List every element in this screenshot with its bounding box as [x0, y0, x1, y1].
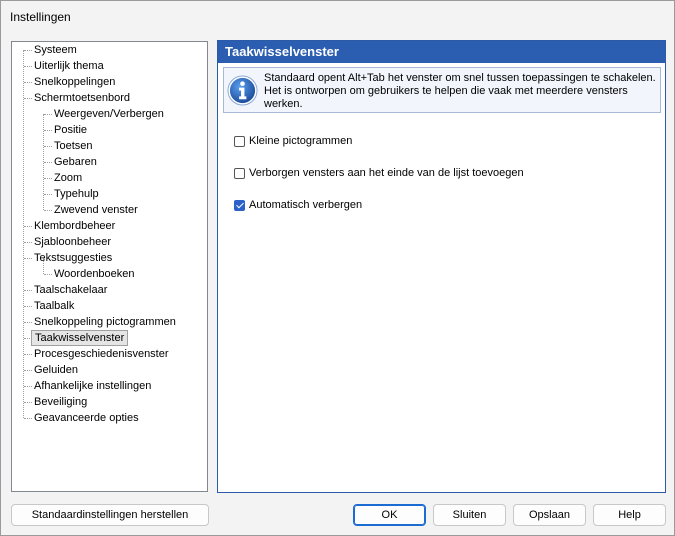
tree-item-sjabloonbeheer[interactable]: Sjabloonbeheer [31, 234, 114, 250]
tree-item-schermtoetsenbord[interactable]: Schermtoetsenbord [31, 90, 133, 106]
save-button[interactable]: Opslaan [513, 504, 586, 526]
checkbox-verborgen-vensters[interactable] [234, 167, 245, 179]
option-verborgen-vensters[interactable]: Verborgen vensters aan het einde van de … [234, 165, 524, 181]
tree-item-snelkoppelingen[interactable]: Snelkoppelingen [31, 74, 118, 90]
checkbox-automatisch-verbergen[interactable] [234, 199, 245, 211]
option-label: Verborgen vensters aan het einde van de … [249, 167, 524, 179]
tree-item-geluiden[interactable]: Geluiden [31, 362, 81, 378]
tree-item-snelkoppeling-pictogrammen[interactable]: Snelkoppeling pictogrammen [31, 314, 179, 330]
tree-item-beveiliging[interactable]: Beveiliging [31, 394, 90, 410]
tree-item-taalschakelaar[interactable]: Taalschakelaar [31, 282, 110, 298]
info-text: Standaard opent Alt+Tab het venster om s… [264, 72, 656, 110]
option-kleine-pictogrammen[interactable]: Kleine pictogrammen [234, 133, 352, 149]
tree-item-tekstsuggesties[interactable]: Tekstsuggesties [31, 250, 115, 266]
restore-defaults-button[interactable]: Standaardinstellingen herstellen [11, 504, 209, 526]
tree-item-zoom[interactable]: Zoom [51, 170, 85, 186]
checkbox-kleine-pictogrammen[interactable] [234, 135, 245, 147]
info-box: Standaard opent Alt+Tab het venster om s… [223, 67, 661, 113]
option-label: Kleine pictogrammen [249, 135, 353, 147]
tree-line [23, 50, 24, 418]
tree-item-weergeven-verbergen[interactable]: Weergeven/Verbergen [51, 106, 167, 122]
tree-item-geavanceerde-opties[interactable]: Geavanceerde opties [31, 410, 142, 426]
tree-item-afhankelijke-instellingen[interactable]: Afhankelijke instellingen [31, 378, 154, 394]
settings-tree[interactable]: Systeem Uiterlijk thema Snelkoppelingen … [11, 41, 208, 492]
help-button[interactable]: Help [593, 504, 666, 526]
option-automatisch-verbergen[interactable]: Automatisch verbergen [234, 197, 362, 213]
tree-item-woordenboeken[interactable]: Woordenboeken [51, 266, 138, 282]
tree-item-toetsen[interactable]: Toetsen [51, 138, 96, 154]
tree-item-taakwisselvenster[interactable]: Taakwisselvenster [31, 330, 129, 346]
tree-item-zwevend-venster[interactable]: Zwevend venster [51, 202, 141, 218]
info-icon [227, 75, 258, 106]
tree-item-positie[interactable]: Positie [51, 122, 90, 138]
ok-button[interactable]: OK [353, 504, 426, 526]
close-button[interactable]: Sluiten [433, 504, 506, 526]
window-title: Instellingen [10, 10, 71, 24]
tree-item-uiterlijk-thema[interactable]: Uiterlijk thema [31, 58, 107, 74]
tree-item-systeem[interactable]: Systeem [31, 42, 80, 58]
settings-window: Instellingen Systeem Uiterlijk thema Sne… [0, 0, 675, 536]
tree-item-typehulp[interactable]: Typehulp [51, 186, 102, 202]
panel-title: Taakwisselvenster [218, 41, 665, 63]
tree-item-taalbalk[interactable]: Taalbalk [31, 298, 77, 314]
settings-panel: Taakwisselvenster Standaard opent Alt+Ta… [217, 40, 666, 493]
option-label: Automatisch verbergen [249, 199, 363, 211]
tree-item-gebaren[interactable]: Gebaren [51, 154, 100, 170]
tree-item-procesgeschiedenisvenster[interactable]: Procesgeschiedenisvenster [31, 346, 172, 362]
tree-item-klembordbeheer[interactable]: Klembordbeheer [31, 218, 118, 234]
